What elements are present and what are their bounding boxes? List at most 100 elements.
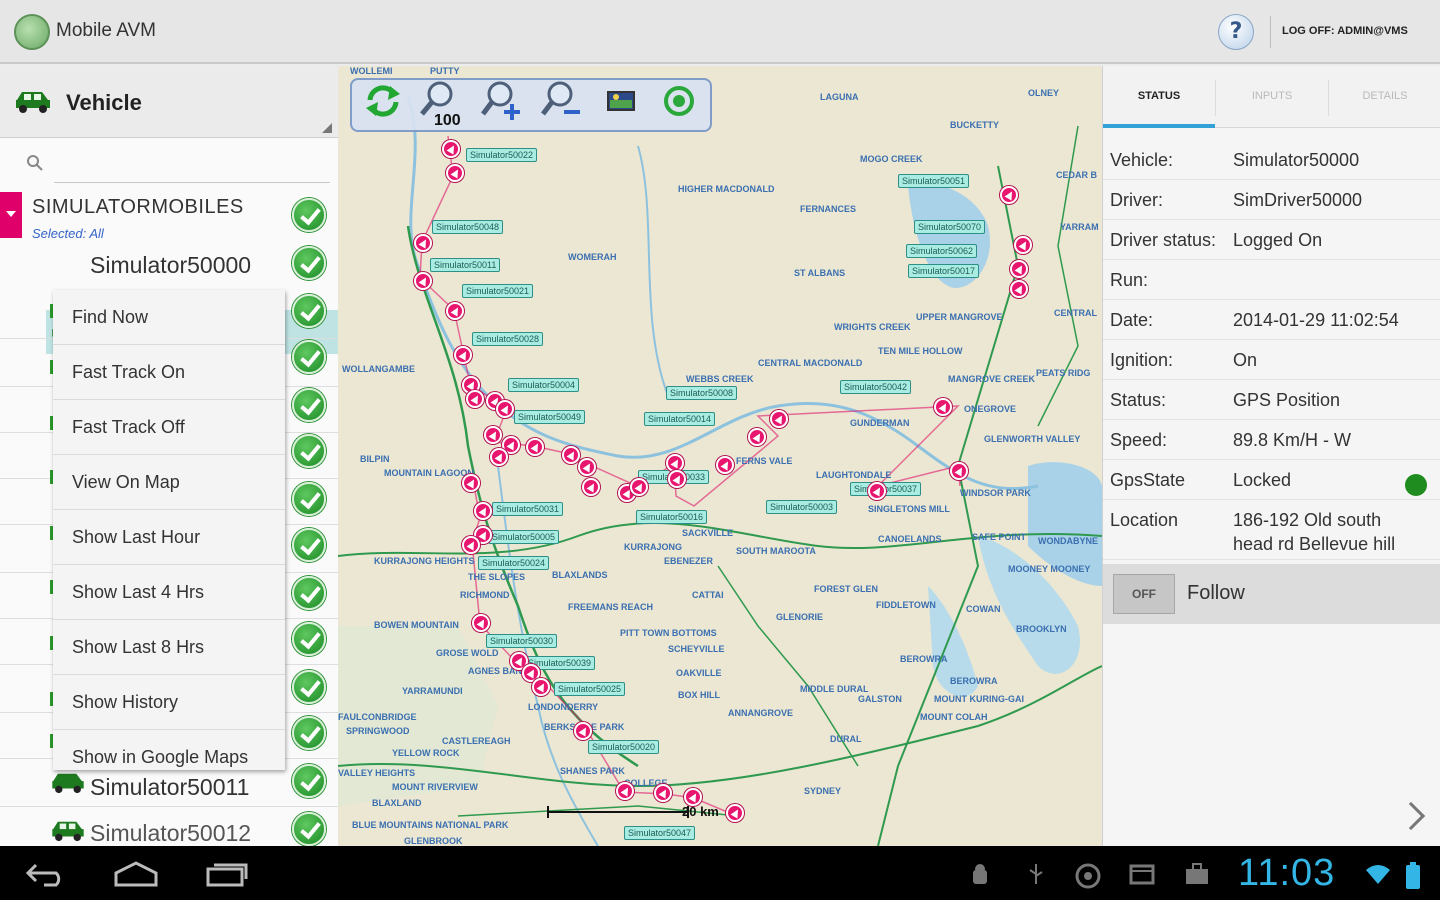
vehicle-pin[interactable] (726, 804, 744, 822)
vehicle-map-label[interactable]: Simulator50048 (432, 220, 504, 234)
vehicle-search-input[interactable] (56, 150, 326, 180)
vehicle-map-label[interactable]: Simulator50011 (430, 258, 501, 272)
vehicle-check-icon[interactable] (292, 388, 326, 422)
vehicle-pin[interactable] (654, 784, 672, 802)
vehicle-map-label[interactable]: Simulator50016 (636, 510, 708, 524)
vehicle-map-label[interactable]: Simulator50020 (588, 740, 660, 754)
menu-show-last-8-hrs[interactable]: Show Last 8 Hrs (53, 620, 285, 675)
vehicle-check-icon[interactable] (292, 434, 326, 468)
vehicle-check-icon[interactable] (292, 716, 326, 750)
zoom-out-icon[interactable] (540, 80, 582, 122)
vehicle-map-label[interactable]: Simulator50014 (644, 412, 716, 426)
vehicle-check-icon[interactable] (292, 528, 326, 562)
vehicle-pin[interactable] (414, 272, 432, 290)
vehicle-check-icon[interactable] (292, 622, 326, 656)
vehicle-map-label[interactable]: Simulator50049 (514, 410, 586, 424)
vehicle-panel-header[interactable]: Vehicle (0, 66, 338, 138)
menu-show-history[interactable]: Show History (53, 675, 285, 730)
menu-fast-track-on[interactable]: Fast Track On (53, 345, 285, 400)
vehicle-map-label[interactable]: Simulator50008 (666, 386, 738, 400)
vehicle-map-label[interactable]: Simulator50062 (906, 244, 978, 258)
home-icon[interactable] (112, 859, 160, 887)
vehicle-pin[interactable] (462, 536, 480, 554)
group-collapse-toggle[interactable] (0, 192, 22, 238)
vehicle-map-label[interactable]: Simulator50021 (462, 284, 534, 298)
vehicle-check-icon[interactable] (292, 764, 326, 798)
vehicle-check-icon[interactable] (292, 812, 326, 846)
vehicle-pin[interactable] (442, 140, 460, 158)
refresh-icon[interactable] (362, 80, 404, 122)
map-layers-icon[interactable] (600, 80, 642, 122)
vehicle-pin[interactable] (934, 398, 952, 416)
vehicle-pin[interactable] (748, 428, 766, 446)
vehicle-name[interactable]: Simulator50012 (90, 820, 251, 846)
vehicle-pin[interactable] (462, 474, 480, 492)
vehicle-pin[interactable] (472, 614, 490, 632)
help-button[interactable]: ? (1218, 14, 1254, 50)
vehicle-map-label[interactable]: Simulator50024 (478, 556, 550, 570)
menu-show-last-4-hrs[interactable]: Show Last 4 Hrs (53, 565, 285, 620)
tab-details[interactable]: DETAILS (1329, 90, 1440, 102)
menu-view-on-map[interactable]: View On Map (53, 455, 285, 510)
vehicle-pin[interactable] (770, 410, 788, 428)
vehicle-check-icon[interactable] (292, 482, 326, 516)
recent-apps-icon[interactable] (204, 859, 250, 887)
vehicle-pin[interactable] (1014, 236, 1032, 254)
chevron-right-icon[interactable] (1396, 801, 1426, 831)
vehicle-pin[interactable] (630, 478, 648, 496)
back-icon[interactable] (24, 859, 68, 887)
vehicle-pin[interactable] (526, 438, 544, 456)
vehicle-pin[interactable] (454, 346, 472, 364)
vehicle-pin[interactable] (1000, 186, 1018, 204)
vehicle-check-icon[interactable] (292, 670, 326, 704)
vehicle-pin[interactable] (532, 678, 550, 696)
group-check-icon[interactable] (292, 198, 326, 232)
zoom-in-icon[interactable] (480, 80, 522, 122)
menu-show-last-hour[interactable]: Show Last Hour (53, 510, 285, 565)
vehicle-pin[interactable] (574, 722, 592, 740)
vehicle-check-icon[interactable] (292, 340, 326, 374)
vehicle-check-icon[interactable] (292, 576, 326, 610)
vehicle-map-label[interactable]: Simulator50051 (898, 174, 970, 188)
vehicle-pin[interactable] (490, 448, 508, 466)
map-view[interactable]: WOLLEMI PUTTY LAGUNA OLNEY BUCKETTY MOGO… (338, 66, 1102, 846)
locate-icon[interactable] (658, 80, 700, 122)
vehicle-map-label[interactable]: Simulator50042 (840, 380, 912, 394)
vehicle-map-label[interactable]: Simulator50004 (508, 378, 580, 392)
tab-status[interactable]: STATUS (1103, 90, 1215, 102)
follow-toggle[interactable]: OFF (1113, 574, 1175, 614)
vehicle-map-label[interactable]: Simulator50070 (914, 220, 986, 234)
vehicle-pin[interactable] (668, 470, 686, 488)
vehicle-check-icon[interactable] (292, 246, 326, 280)
vehicle-pin[interactable] (578, 458, 596, 476)
vehicle-pin[interactable] (484, 426, 502, 444)
vehicle-pin[interactable] (1010, 280, 1028, 298)
vehicle-pin[interactable] (582, 478, 600, 496)
vehicle-map-label[interactable]: Simulator50003 (766, 500, 838, 514)
vehicle-pin[interactable] (466, 390, 484, 408)
menu-fast-track-off[interactable]: Fast Track Off (53, 400, 285, 455)
vehicle-pin[interactable] (950, 462, 968, 480)
vehicle-map-label[interactable]: Simulator50017 (908, 264, 980, 278)
vehicle-pin[interactable] (616, 782, 634, 800)
vehicle-pin[interactable] (1010, 260, 1028, 278)
vehicle-map-label[interactable]: Simulator50031 (492, 502, 564, 516)
menu-find-now[interactable]: Find Now (53, 290, 285, 345)
vehicle-map-label[interactable]: Simulator50025 (554, 682, 626, 696)
vehicle-pin[interactable] (446, 164, 464, 182)
vehicle-pin[interactable] (562, 446, 580, 464)
vehicle-pin[interactable] (446, 302, 464, 320)
vehicle-pin[interactable] (716, 456, 734, 474)
vehicle-map-label[interactable]: Simulator50005 (488, 530, 560, 544)
vehicle-map-label[interactable]: Simulator50028 (472, 332, 544, 346)
vehicle-map-label[interactable]: Simulator50030 (486, 634, 558, 648)
vehicle-map-label[interactable]: Simulator50047 (624, 826, 696, 840)
vehicle-check-icon[interactable] (292, 294, 326, 328)
vehicle-map-label[interactable]: Simulator50022 (466, 148, 538, 162)
vehicle-pin[interactable] (496, 400, 514, 418)
vehicle-pin[interactable] (414, 234, 432, 252)
vehicle-pin[interactable] (474, 502, 492, 520)
tab-inputs[interactable]: INPUTS (1216, 90, 1328, 102)
vehicle-pin[interactable] (868, 482, 886, 500)
logoff-button[interactable]: LOG OFF: ADMIN@VMS (1282, 25, 1408, 37)
